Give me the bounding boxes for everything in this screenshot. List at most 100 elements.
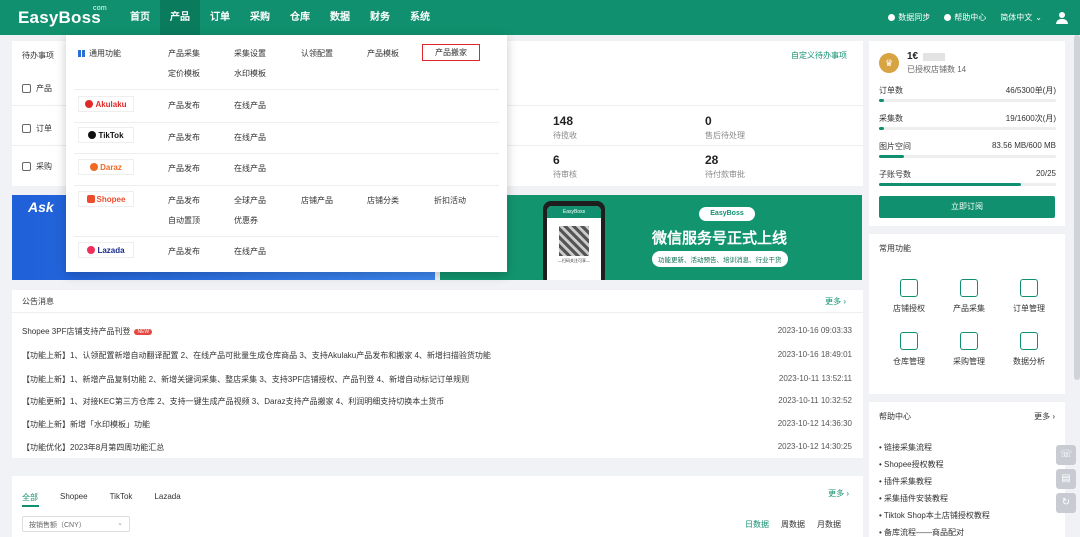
tab-tiktok[interactable]: TikTok bbox=[110, 492, 133, 503]
menu-tiktok-publish[interactable]: 产品发布 bbox=[168, 132, 200, 143]
notice-item[interactable]: 【功能上新】1、新增产品复制功能 2、新增关键词采集、整店采集 3、支持3PF店… bbox=[22, 374, 852, 385]
func-warehouse-manage[interactable]: 仓库管理 bbox=[879, 332, 939, 367]
nav-products[interactable]: 产品 bbox=[160, 0, 200, 35]
func-shop-auth[interactable]: 店铺授权 bbox=[879, 279, 939, 314]
new-badge: NEW bbox=[134, 329, 153, 335]
menu-shopee-global[interactable]: 全球产品 bbox=[234, 195, 266, 206]
feedback-icon[interactable]: ▤ bbox=[1056, 469, 1076, 489]
range-day[interactable]: 日数据 bbox=[745, 519, 769, 530]
notice-item[interactable]: 【功能更新】1、对接KEC第三方仓库 2、支持一键生成产品视频 3、Daraz支… bbox=[22, 396, 852, 407]
announcement-panel: 公告消息 更多 › Shopee 3PF店铺支持产品刊登 NEW 2023-10-1… bbox=[12, 290, 863, 458]
todo-row-product[interactable]: 产品 bbox=[22, 83, 52, 94]
stat-to-collect[interactable]: 148 待揽收 bbox=[553, 114, 577, 141]
help-item[interactable]: • 采集插件安装教程 bbox=[879, 493, 990, 510]
menu-product-template[interactable]: 产品模板 bbox=[367, 48, 399, 59]
sales-more-link[interactable]: 更多 › bbox=[828, 488, 849, 499]
menu-daraz-online[interactable]: 在线产品 bbox=[234, 163, 266, 174]
help-center-panel: 帮助中心 更多 › • 链接采集流程 • Shopee授权教程 • 插件采集教程… bbox=[869, 402, 1065, 537]
todo-row-purchase[interactable]: 采购 bbox=[22, 161, 52, 172]
main-nav: 首页 产品 订单 采购 仓库 数据 财务 系统 bbox=[120, 0, 440, 35]
notice-more-link[interactable]: 更多 › bbox=[825, 296, 846, 307]
nav-data[interactable]: 数据 bbox=[320, 0, 360, 35]
func-product-collect[interactable]: 产品采集 bbox=[939, 279, 999, 314]
menu-collect-settings[interactable]: 采集设置 bbox=[234, 48, 266, 59]
help-item[interactable]: • Tiktok Shop本土店铺授权教程 bbox=[879, 510, 990, 527]
common-functions-panel: 常用功能 店铺授权 产品采集 订单管理 仓库管理 采购管理 数据分析 bbox=[869, 234, 1065, 394]
metric-orders: 订单数 46/5300单(月) bbox=[879, 85, 1056, 102]
nav-home[interactable]: 首页 bbox=[120, 0, 160, 35]
cart-icon bbox=[960, 332, 978, 350]
top-right-tools: 数据同步 帮助中心 简体中文 ⌄ bbox=[888, 0, 1068, 35]
help-item[interactable]: • 备库流程——商品配对 bbox=[879, 527, 990, 537]
nav-purchase[interactable]: 采购 bbox=[240, 0, 280, 35]
range-week[interactable]: 周数据 bbox=[781, 519, 805, 530]
menu-lazada-online[interactable]: 在线产品 bbox=[234, 246, 266, 257]
menu-daraz-publish[interactable]: 产品发布 bbox=[168, 163, 200, 174]
help-item[interactable]: • 链接采集流程 bbox=[879, 442, 990, 459]
menu-product-move[interactable]: 产品搬家 bbox=[422, 44, 480, 61]
func-order-manage[interactable]: 订单管理 bbox=[999, 279, 1059, 314]
nav-finance[interactable]: 财务 bbox=[360, 0, 400, 35]
metric-select[interactable]: 按销售额（CNY） ⌄ bbox=[22, 516, 130, 532]
tab-lazada[interactable]: Lazada bbox=[154, 492, 180, 503]
user-icon[interactable] bbox=[1056, 11, 1068, 24]
stat-payment-approval[interactable]: 28 待付款审批 bbox=[705, 153, 745, 180]
menu-watermark-template[interactable]: 水印模板 bbox=[234, 68, 266, 79]
floating-tools: ☏ ▤ ↻ bbox=[1056, 445, 1076, 517]
todo-row-order[interactable]: 订单 bbox=[22, 123, 52, 134]
akulaku-logo: Akulaku bbox=[78, 96, 134, 112]
scrollbar[interactable] bbox=[1074, 35, 1080, 380]
menu-akulaku-publish[interactable]: 产品发布 bbox=[168, 100, 200, 111]
nav-orders[interactable]: 订单 bbox=[200, 0, 240, 35]
tab-shopee[interactable]: Shopee bbox=[60, 492, 88, 503]
general-functions-label: 通用功能 bbox=[78, 48, 121, 59]
help-item[interactable]: • 插件采集教程 bbox=[879, 476, 990, 493]
subscribe-button[interactable]: 立即订阅 bbox=[879, 196, 1055, 218]
range-tabs: 日数据 周数据 月数据 bbox=[745, 519, 841, 530]
authorized-shops: 已授权店铺数 14 bbox=[907, 65, 967, 74]
common-functions-title: 常用功能 bbox=[879, 244, 911, 253]
func-data-analysis[interactable]: 数据分析 bbox=[999, 332, 1059, 367]
stat-to-review[interactable]: 6 待审核 bbox=[553, 153, 577, 180]
notice-item[interactable]: 【功能上新】1、认领配置新增自动翻译配置 2、在线产品可批量生成仓库商品 3、支… bbox=[22, 350, 852, 361]
custom-todo-link[interactable]: 自定义待办事项 bbox=[791, 50, 847, 61]
help-center-button[interactable]: 帮助中心 bbox=[944, 12, 986, 23]
menu-akulaku-online[interactable]: 在线产品 bbox=[234, 100, 266, 111]
help-item[interactable]: • Shopee授权教程 bbox=[879, 459, 990, 476]
notice-item[interactable]: 【功能上新】新增「水印模板」功能 2023-10-12 14:36:30 bbox=[22, 419, 852, 430]
crown-icon: ♛ bbox=[879, 53, 899, 73]
easyboss-badge: EasyBoss bbox=[699, 207, 755, 221]
menu-shopee-publish[interactable]: 产品发布 bbox=[168, 195, 200, 206]
products-dropdown-menu: 通用功能 产品采集 采集设置 认领配置 产品模板 产品搬家 定价模板 水印模板 … bbox=[66, 35, 507, 272]
language-select[interactable]: 简体中文 ⌄ bbox=[1000, 12, 1042, 23]
refresh-icon[interactable]: ↻ bbox=[1056, 493, 1076, 513]
menu-shopee-coupons[interactable]: 优惠券 bbox=[234, 215, 258, 226]
divider bbox=[74, 236, 499, 237]
menu-tiktok-online[interactable]: 在线产品 bbox=[234, 132, 266, 143]
nav-warehouse[interactable]: 仓库 bbox=[280, 0, 320, 35]
shop-icon bbox=[900, 279, 918, 297]
headset-icon[interactable]: ☏ bbox=[1056, 445, 1076, 465]
stat-after-sales[interactable]: 0 售后待处理 bbox=[705, 114, 745, 141]
menu-shopee-shop-category[interactable]: 店铺分类 bbox=[367, 195, 399, 206]
menu-claim-config[interactable]: 认领配置 bbox=[301, 48, 333, 59]
menu-shopee-shop-products[interactable]: 店铺产品 bbox=[301, 195, 333, 206]
data-sync-button[interactable]: 数据同步 bbox=[888, 12, 930, 23]
tab-all[interactable]: 全部 bbox=[22, 492, 38, 503]
nav-system[interactable]: 系统 bbox=[400, 0, 440, 35]
tiktok-logo: TikTok bbox=[78, 127, 134, 143]
help-more-link[interactable]: 更多 › bbox=[1034, 411, 1055, 422]
logo[interactable]: EasyBoss com bbox=[18, 5, 107, 28]
func-purchase-manage[interactable]: 采购管理 bbox=[939, 332, 999, 367]
menu-lazada-publish[interactable]: 产品发布 bbox=[168, 246, 200, 257]
top-navbar: EasyBoss com 首页 产品 订单 采购 仓库 数据 财务 系统 数据同步… bbox=[0, 0, 1080, 35]
notice-item[interactable]: 【功能优化】2023年8月第四周功能汇总 2023-10-12 14:30:25 bbox=[22, 442, 852, 453]
help-icon bbox=[944, 14, 952, 21]
range-month[interactable]: 月数据 bbox=[817, 519, 841, 530]
menu-product-collect[interactable]: 产品采集 bbox=[168, 48, 200, 59]
menu-pricing-template[interactable]: 定价模板 bbox=[168, 68, 200, 79]
menu-shopee-auto-top[interactable]: 自动置顶 bbox=[168, 215, 200, 226]
menu-shopee-discount[interactable]: 折扣活动 bbox=[434, 195, 466, 206]
help-title: 帮助中心 bbox=[879, 412, 911, 421]
notice-item[interactable]: Shopee 3PF店铺支持产品刊登 NEW 2023-10-16 09:03:33 bbox=[22, 326, 852, 337]
